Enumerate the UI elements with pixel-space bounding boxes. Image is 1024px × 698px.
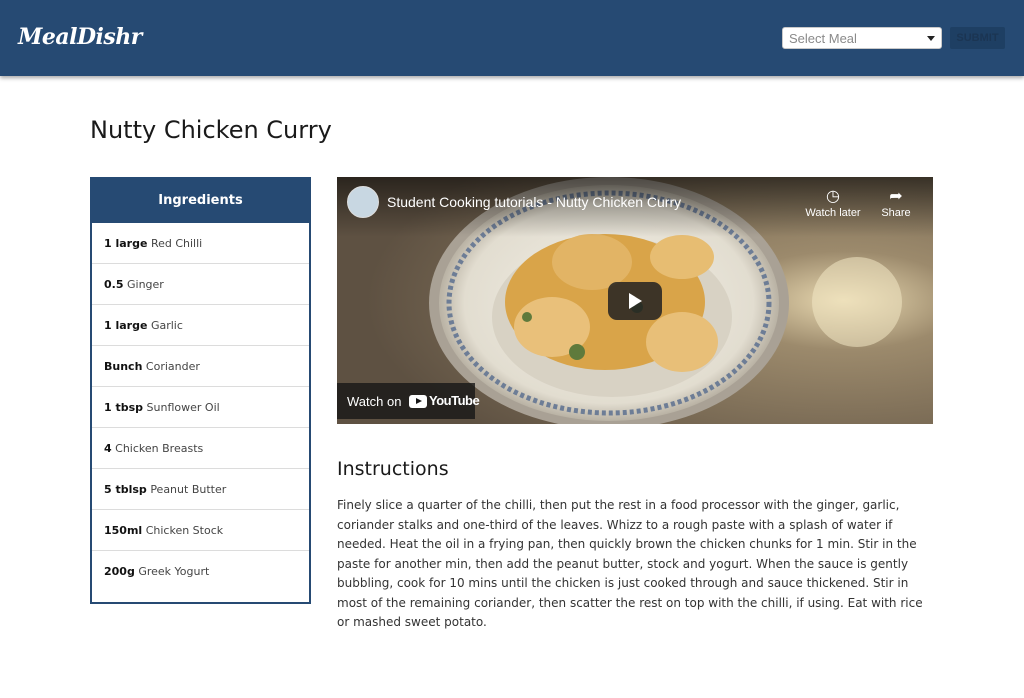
ingredient-item: 200g Greek Yogurt xyxy=(92,551,309,592)
ingredient-item: 150ml Chicken Stock xyxy=(92,510,309,551)
ingredient-name: Sunflower Oil xyxy=(146,401,220,414)
video-title[interactable]: Student Cooking tutorials - Nutty Chicke… xyxy=(387,194,681,210)
ingredient-qty: 1 large xyxy=(104,237,148,250)
app-header: MealDishr Select Meal SUBMIT xyxy=(0,0,1024,76)
ingredient-qty: 4 xyxy=(104,442,112,455)
instructions-heading: Instructions xyxy=(337,458,449,480)
channel-avatar[interactable] xyxy=(347,186,379,218)
ingredients-panel: Ingredients 1 large Red Chilli 0.5 Ginge… xyxy=(90,177,311,604)
page-title: Nutty Chicken Curry xyxy=(90,116,332,144)
instructions-text: Finely slice a quarter of the chilli, th… xyxy=(337,498,923,629)
ingredient-item: 0.5 Ginger xyxy=(92,264,309,305)
ingredient-qty: 150ml xyxy=(104,524,143,537)
ingredient-qty: 1 tbsp xyxy=(104,401,144,414)
ingredient-qty: 5 tblsp xyxy=(104,483,147,496)
meal-select[interactable]: Select Meal xyxy=(782,27,942,49)
share-icon: ➦ xyxy=(889,188,903,205)
ingredient-name: Ginger xyxy=(127,278,164,291)
ingredients-heading: Ingredients xyxy=(92,179,309,223)
ingredient-name: Red Chilli xyxy=(150,237,203,250)
watch-later-label: Watch later xyxy=(805,207,861,219)
ingredient-qty: 0.5 xyxy=(104,278,124,291)
ingredient-item: 4 Chicken Breasts xyxy=(92,428,309,469)
youtube-wordmark: YouTube xyxy=(429,393,480,408)
watch-on-label: Watch on xyxy=(347,394,402,409)
share-button[interactable]: ➦ Share xyxy=(866,187,926,219)
video-player[interactable]: Student Cooking tutorials - Nutty Chicke… xyxy=(337,177,933,424)
submit-button[interactable]: SUBMIT xyxy=(950,27,1005,49)
ingredient-name: Peanut Butter xyxy=(150,483,227,496)
chevron-down-icon xyxy=(927,36,935,41)
watch-later-button[interactable]: ◷ Watch later xyxy=(803,187,863,219)
ingredient-name: Garlic xyxy=(150,319,183,332)
clock-icon: ◷ xyxy=(826,188,840,205)
ingredient-item: Bunch Coriander xyxy=(92,346,309,387)
meal-select-placeholder: Select Meal xyxy=(789,31,857,46)
ingredient-name: Chicken Stock xyxy=(145,524,224,537)
play-button[interactable] xyxy=(608,282,662,320)
watch-on-youtube-link[interactable]: Watch on YouTube xyxy=(337,383,480,419)
share-label: Share xyxy=(881,207,911,219)
ingredient-qty: 200g xyxy=(104,565,135,578)
logo[interactable]: MealDishr xyxy=(18,24,142,50)
ingredient-item: 1 large Garlic xyxy=(92,305,309,346)
ingredient-name: Greek Yogurt xyxy=(138,565,210,578)
ingredient-qty: 1 large xyxy=(104,319,148,332)
ingredient-qty: Bunch xyxy=(104,360,143,373)
ingredient-name: Coriander xyxy=(145,360,200,373)
ingredient-item: 5 tblsp Peanut Butter xyxy=(92,469,309,510)
ingredient-name: Chicken Breasts xyxy=(115,442,204,455)
youtube-icon xyxy=(409,395,427,408)
play-icon xyxy=(629,293,642,309)
ingredient-item: 1 tbsp Sunflower Oil xyxy=(92,387,309,428)
ingredient-item: 1 large Red Chilli xyxy=(92,223,309,264)
